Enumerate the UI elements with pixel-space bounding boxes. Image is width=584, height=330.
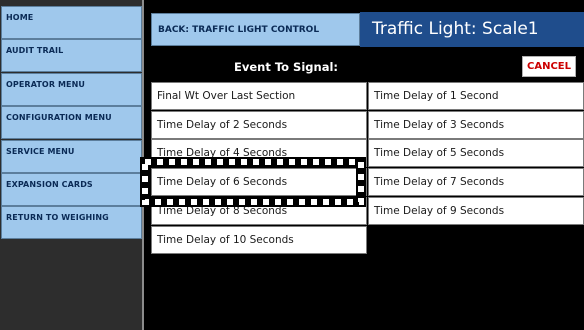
sidebar-item-service-menu[interactable]: SERVICE MENU — [1, 140, 142, 173]
option-time-delay-10[interactable]: Time Delay of 10 Seconds — [151, 226, 367, 254]
option-time-delay-8[interactable]: Time Delay of 8 Seconds — [151, 197, 367, 225]
app-frame: HOME AUDIT TRAIL OPERATOR MENU CONFIGURA… — [0, 0, 584, 330]
cancel-button[interactable]: CANCEL — [522, 56, 576, 77]
option-final-wt-over-last-section[interactable]: Final Wt Over Last Section — [151, 82, 367, 110]
sidebar-item-return-to-weighing[interactable]: RETURN TO WEIGHING — [1, 206, 142, 239]
sidebar-item-home[interactable]: HOME — [1, 6, 142, 39]
event-to-signal-label: Event To Signal: — [234, 60, 339, 74]
sidebar-item-operator-menu[interactable]: OPERATOR MENU — [1, 73, 142, 106]
option-time-delay-1[interactable]: Time Delay of 1 Second — [368, 82, 584, 110]
sidebar-item-audit-trail[interactable]: AUDIT TRAIL — [1, 39, 142, 72]
page-title: Traffic Light: Scale1 — [360, 12, 584, 47]
option-time-delay-4[interactable]: Time Delay of 4 Seconds — [151, 139, 367, 167]
sidebar: HOME AUDIT TRAIL OPERATOR MENU CONFIGURA… — [0, 0, 144, 330]
sidebar-item-expansion-cards[interactable]: EXPANSION CARDS — [1, 173, 142, 206]
back-button[interactable]: BACK: TRAFFIC LIGHT CONTROL — [151, 13, 360, 46]
option-time-delay-7[interactable]: Time Delay of 7 Seconds — [368, 168, 584, 196]
option-time-delay-9[interactable]: Time Delay of 9 Seconds — [368, 197, 584, 225]
option-time-delay-5[interactable]: Time Delay of 5 Seconds — [368, 139, 584, 167]
option-time-delay-6[interactable]: Time Delay of 6 Seconds — [151, 168, 367, 196]
sidebar-item-configuration-menu[interactable]: CONFIGURATION MENU — [1, 106, 142, 139]
main-panel: BACK: TRAFFIC LIGHT CONTROL Traffic Ligh… — [144, 0, 584, 330]
option-time-delay-3[interactable]: Time Delay of 3 Seconds — [368, 111, 584, 139]
option-time-delay-2[interactable]: Time Delay of 2 Seconds — [151, 111, 367, 139]
